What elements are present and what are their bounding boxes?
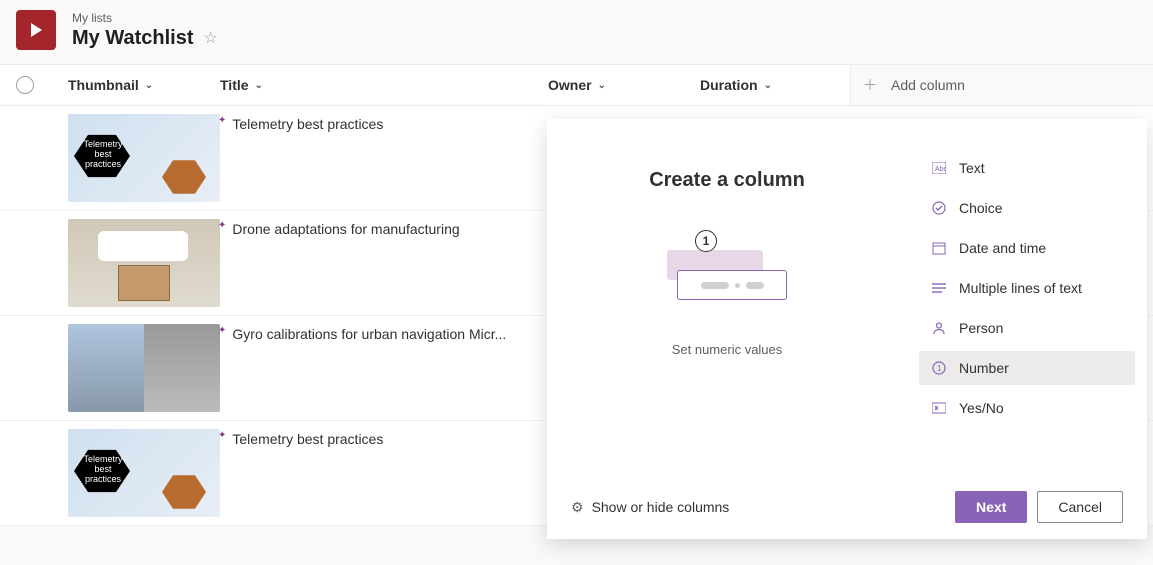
panel-preview-area: Create a column 1 Set numeric values — [547, 119, 907, 477]
next-button[interactable]: Next — [955, 491, 1027, 523]
spark-icon: ✦ — [218, 430, 226, 441]
spark-icon: ✦ — [218, 115, 226, 126]
lines-icon — [931, 280, 947, 296]
thumbnail-image: Telemetry best practices — [68, 114, 220, 202]
calendar-icon — [931, 240, 947, 256]
column-type-choice[interactable]: Choice — [919, 191, 1135, 225]
svg-text:1: 1 — [937, 364, 942, 373]
column-type-yesno[interactable]: Yes/No — [919, 391, 1135, 425]
type-label: Yes/No — [959, 400, 1004, 416]
column-type-preview: 1 — [667, 236, 787, 306]
thumbnail-image — [68, 219, 220, 307]
number-icon: 1 — [931, 360, 947, 376]
thumbnail-image: Telemetry best practices — [68, 429, 220, 517]
list-app-icon — [16, 10, 56, 50]
play-icon — [26, 20, 46, 40]
page-title: My Watchlist — [72, 27, 194, 50]
column-header-duration[interactable]: Duration ⌄ — [700, 77, 850, 93]
column-header-owner[interactable]: Owner ⌄ — [540, 77, 700, 93]
column-type-multiline[interactable]: Multiple lines of text — [919, 271, 1135, 305]
panel-subtitle: Set numeric values — [672, 342, 783, 357]
header-text: My lists My Watchlist ☆ — [72, 11, 218, 50]
select-all-circle-icon — [16, 76, 34, 94]
breadcrumb[interactable]: My lists — [72, 11, 218, 25]
panel-footer: ⚙ Show or hide columns Next Cancel — [547, 477, 1147, 539]
column-label: Duration — [700, 77, 758, 93]
thumbnail-image — [68, 324, 220, 412]
type-label: Choice — [959, 200, 1003, 216]
add-column-label: Add column — [891, 77, 965, 93]
column-label: Title — [220, 77, 249, 93]
spark-icon: ✦ — [218, 220, 226, 231]
type-label: Person — [959, 320, 1003, 336]
footer-link-label: Show or hide columns — [592, 499, 730, 515]
person-icon — [931, 320, 947, 336]
spark-icon: ✦ — [218, 325, 226, 336]
page-header: My lists My Watchlist ☆ — [0, 0, 1153, 64]
add-column-button[interactable]: ＋ Add column — [850, 65, 1153, 105]
type-label: Text — [959, 160, 985, 176]
column-header-thumbnail[interactable]: Thumbnail ⌄ — [56, 77, 220, 93]
type-label: Number — [959, 360, 1009, 376]
text-icon: Abc — [931, 160, 947, 176]
svg-text:Abc: Abc — [935, 166, 946, 173]
row-title: ✦Telemetry best practices — [220, 114, 540, 202]
type-label: Date and time — [959, 240, 1046, 256]
column-type-number[interactable]: 1 Number — [919, 351, 1135, 385]
thumbnail-label: Telemetry best practices — [78, 140, 128, 170]
row-title: ✦Gyro calibrations for urban navigation … — [220, 324, 540, 412]
column-label: Owner — [548, 77, 592, 93]
cancel-button[interactable]: Cancel — [1037, 491, 1123, 523]
chevron-down-icon: ⌄ — [598, 80, 606, 91]
favorite-star-icon[interactable]: ☆ — [204, 28, 218, 48]
column-type-list: Abc Text Choice Date and time Multiple l… — [907, 119, 1147, 477]
panel-title: Create a column — [649, 169, 805, 192]
column-header-row: Thumbnail ⌄ Title ⌄ Owner ⌄ Duration ⌄ ＋… — [0, 64, 1153, 106]
column-type-datetime[interactable]: Date and time — [919, 231, 1135, 265]
yesno-icon — [931, 400, 947, 416]
column-label: Thumbnail — [68, 77, 139, 93]
row-title: ✦Drone adaptations for manufacturing — [220, 219, 540, 307]
select-all[interactable] — [16, 76, 56, 94]
chevron-down-icon: ⌄ — [255, 80, 263, 91]
plus-icon: ＋ — [863, 75, 877, 95]
column-header-title[interactable]: Title ⌄ — [220, 77, 540, 93]
gear-icon: ⚙ — [571, 499, 584, 516]
chevron-down-icon: ⌄ — [145, 80, 153, 91]
number-badge-icon: 1 — [695, 230, 717, 252]
create-column-panel: Create a column 1 Set numeric values Abc… — [547, 119, 1147, 539]
chevron-down-icon: ⌄ — [764, 80, 772, 91]
type-label: Multiple lines of text — [959, 280, 1082, 296]
thumbnail-label: Telemetry best practices — [78, 455, 128, 485]
column-type-text[interactable]: Abc Text — [919, 151, 1135, 185]
show-hide-columns-link[interactable]: ⚙ Show or hide columns — [571, 499, 729, 516]
column-type-person[interactable]: Person — [919, 311, 1135, 345]
row-title: ✦Telemetry best practices — [220, 429, 540, 517]
choice-icon — [931, 200, 947, 216]
